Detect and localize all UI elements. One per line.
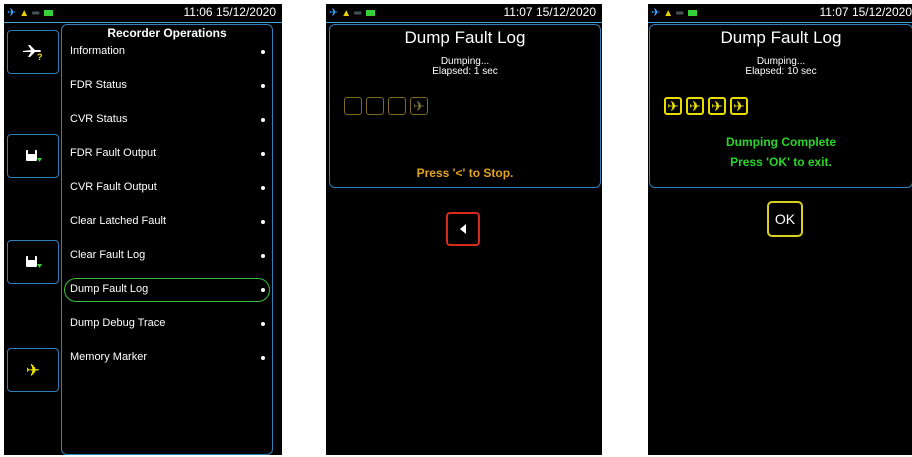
bullet-icon [261,50,265,54]
bullet-icon [261,254,265,258]
status-icons: ✈ ▲ ═ [7,6,54,21]
menu-item-label: Memory Marker [70,351,148,363]
menu-item-clear-fault-log[interactable]: Clear Fault Log [64,244,270,268]
connection-status-icon: ═ [676,8,684,19]
bullet-icon [261,84,265,88]
svg-text:?: ? [37,52,43,61]
dialog-title: Dump Fault Log [404,28,526,47]
elapsed-time: Elapsed: 10 sec [745,66,817,77]
status-bar: ✈ ▲ ═ 11:07 15/12/2020 [648,4,912,23]
clock: 11:06 15/12/2020 [183,5,276,19]
menu-item-clear-latched-fault[interactable]: Clear Latched Fault [64,210,270,234]
menu-item-information[interactable]: Information [64,40,270,64]
menu-item-label: Dump Fault Log [70,283,149,295]
clock: 11:07 15/12/2020 [503,5,596,19]
recorder-operations-menu: Recorder Operations Information FDR Stat… [61,24,273,455]
status-icons: ✈ ▲ ═ [329,6,376,21]
aircraft-button[interactable]: ✈ [7,348,59,392]
menu-item-label: Dump Debug Trace [70,317,166,329]
aircraft-help-icon: ? [23,45,43,61]
save-to-device-icon [26,150,42,162]
aircraft-status-icon: ✈ [7,7,17,19]
aircraft-status-icon: ✈ [329,7,339,19]
dialog-title: Dump Fault Log [720,28,842,47]
aircraft-icon: ✈ [25,360,41,380]
dump-dialog: Dump Fault Log Dumping... Elapsed: 10 se… [649,24,912,188]
stop-back-button[interactable] [446,212,480,246]
connection-status-icon: ═ [32,8,40,19]
dump-complete-message: Dumping Complete [726,135,836,149]
bullet-icon [261,288,265,292]
stop-instruction: Press '<' to Stop. [416,166,514,180]
menu-item-fdr-status[interactable]: FDR Status [64,74,270,98]
back-arrow-icon [460,224,466,234]
bullet-icon [261,152,265,156]
save-to-device-icon [26,256,42,268]
aircraft-status-icon: ✈ [651,7,661,19]
save-fault-log-button[interactable] [7,240,59,284]
dump-dialog: Dump Fault Log Dumping... Elapsed: 1 sec… [329,24,601,188]
bullet-icon [261,356,265,360]
ok-button[interactable]: OK [767,201,803,237]
menu-item-dump-debug-trace[interactable]: Dump Debug Trace [64,312,270,336]
progress-step-aircraft-icon: ✈ [730,97,748,115]
exit-instruction: Press 'OK' to exit. [730,155,832,169]
progress-indicator: ✈ [344,97,428,115]
progress-step [366,97,384,115]
elapsed-time: Elapsed: 1 sec [432,66,498,77]
warning-status-icon: ▲ [341,8,352,19]
menu-item-label: CVR Status [70,113,128,125]
menu-title: Recorder Operations [107,26,227,40]
battery-icon [366,10,376,17]
warning-status-icon: ▲ [19,8,30,19]
status-icons: ✈ ▲ ═ [651,6,698,21]
battery-icon [44,10,54,17]
recorder-operations-screen: ✈ ▲ ═ 11:06 15/12/2020 ? ✈ Recorder Oper… [4,4,282,455]
progress-step [388,97,406,115]
aircraft-help-button[interactable]: ? [7,30,59,74]
menu-item-label: Clear Fault Log [70,249,146,261]
dump-complete-screen: ✈ ▲ ═ 11:07 15/12/2020 Dump Fault Log Du… [648,4,912,455]
save-fault-output-button[interactable] [7,134,59,178]
progress-step-aircraft-icon: ✈ [410,97,428,115]
progress-step [344,97,362,115]
menu-item-label: FDR Status [70,79,127,91]
dump-in-progress-screen: ✈ ▲ ═ 11:07 15/12/2020 Dump Fault Log Du… [326,4,602,455]
menu-item-cvr-fault-output[interactable]: CVR Fault Output [64,176,270,200]
progress-indicator: ✈ ✈ ✈ ✈ [664,97,748,115]
bullet-icon [261,220,265,224]
warning-status-icon: ▲ [663,8,674,19]
bullet-icon [261,186,265,190]
menu-item-label: Information [70,45,126,57]
menu-item-dump-fault-log[interactable]: Dump Fault Log [64,278,270,302]
menu-item-fdr-fault-output[interactable]: FDR Fault Output [64,142,270,166]
battery-icon [688,10,698,17]
connection-status-icon: ═ [354,8,362,19]
progress-step-aircraft-icon: ✈ [708,97,726,115]
clock: 11:07 15/12/2020 [819,5,912,19]
bullet-icon [261,322,265,326]
menu-item-label: CVR Fault Output [70,181,157,193]
progress-step-aircraft-icon: ✈ [664,97,682,115]
progress-step-aircraft-icon: ✈ [686,97,704,115]
status-bar: ✈ ▲ ═ 11:07 15/12/2020 [326,4,602,23]
bullet-icon [261,118,265,122]
menu-item-label: Clear Latched Fault [70,215,166,227]
menu-item-label: FDR Fault Output [70,147,157,159]
menu-item-memory-marker[interactable]: Memory Marker [64,346,270,370]
menu-item-cvr-status[interactable]: CVR Status [64,108,270,132]
status-bar: ✈ ▲ ═ 11:06 15/12/2020 [4,4,282,23]
